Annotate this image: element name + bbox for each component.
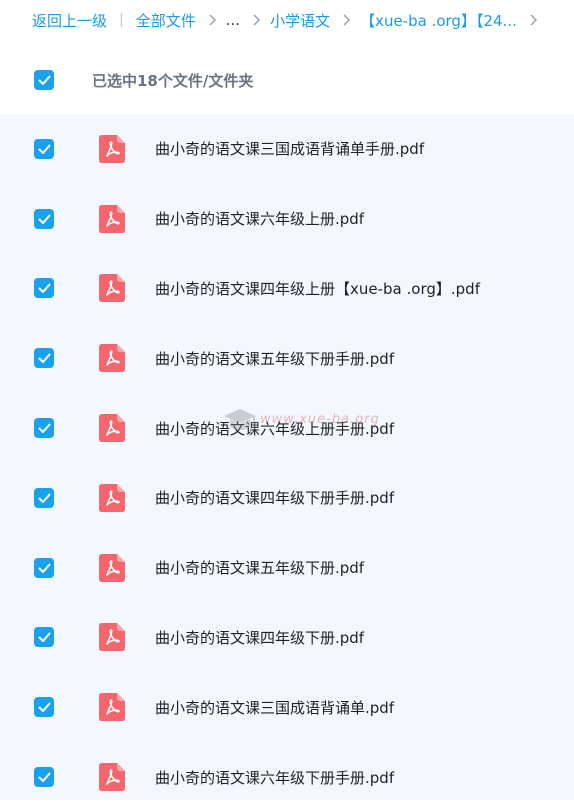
chevron-right-icon — [342, 14, 351, 26]
file-row[interactable]: 曲小奇的语文课六年级上册.pdf — [0, 184, 574, 254]
chevron-right-icon — [529, 14, 538, 26]
file-checkbox[interactable] — [34, 138, 54, 159]
file-checkbox[interactable] — [34, 557, 54, 578]
chevron-right-icon — [208, 14, 217, 26]
check-icon — [37, 214, 51, 224]
check-icon — [37, 283, 51, 294]
file-row[interactable]: 曲小奇的语文课四年级下册.pdf — [0, 603, 574, 673]
file-name[interactable]: 曲小奇的语文课三国成语背诵单.pdf — [155, 697, 394, 718]
file-row[interactable]: 曲小奇的语文课六年级下册手册.pdf — [0, 742, 574, 812]
breadcrumb-all-files[interactable]: 全部文件 — [136, 10, 196, 31]
breadcrumb-folder[interactable]: 小学语文 — [270, 10, 330, 31]
file-checkbox[interactable] — [34, 767, 54, 788]
file-name[interactable]: 曲小奇的语文课六年级上册手册.pdf — [155, 418, 394, 439]
select-all-checkbox[interactable] — [34, 70, 54, 90]
file-name[interactable]: 曲小奇的语文课四年级下册.pdf — [155, 627, 364, 648]
file-name[interactable]: 曲小奇的语文课六年级上册.pdf — [155, 208, 364, 229]
selection-header: 已选中18个文件/文件夹 — [0, 46, 574, 114]
file-checkbox[interactable] — [34, 487, 54, 508]
check-icon — [37, 563, 51, 573]
file-row[interactable]: 曲小奇的语文课三国成语背诵单.pdf — [0, 672, 574, 742]
file-name[interactable]: 曲小奇的语文课四年级下册手册.pdf — [155, 487, 394, 508]
file-checkbox[interactable] — [34, 278, 54, 299]
breadcrumb: 返回上一级 | 全部文件 ... 小学语文 【xue-ba .org】【24..… — [0, 0, 574, 40]
pdf-file-icon — [99, 344, 125, 373]
check-icon — [37, 632, 51, 643]
file-name[interactable]: 曲小奇的语文课五年级下册.pdf — [155, 557, 364, 578]
file-checkbox[interactable] — [34, 697, 54, 718]
pdf-file-icon — [99, 693, 125, 722]
file-name[interactable]: 曲小奇的语文课四年级上册【xue-ba .org】.pdf — [155, 278, 480, 299]
pdf-file-icon — [99, 204, 125, 233]
pdf-file-icon — [99, 134, 125, 163]
file-name[interactable]: 曲小奇的语文课三国成语背诵单手册.pdf — [155, 138, 424, 159]
chevron-right-icon — [252, 14, 261, 26]
file-name[interactable]: 曲小奇的语文课六年级下册手册.pdf — [155, 767, 394, 788]
file-checkbox[interactable] — [34, 418, 54, 439]
file-checkbox[interactable] — [34, 348, 54, 369]
file-row[interactable]: 曲小奇的语文课五年级下册手册.pdf — [0, 323, 574, 393]
file-row[interactable]: 曲小奇的语文课五年级下册.pdf — [0, 533, 574, 603]
check-icon — [37, 493, 51, 503]
file-checkbox[interactable] — [34, 627, 54, 648]
check-icon — [37, 353, 51, 364]
pdf-file-icon — [99, 483, 125, 512]
check-icon — [37, 772, 51, 783]
file-checkbox[interactable] — [34, 208, 54, 229]
file-name[interactable]: 曲小奇的语文课五年级下册手册.pdf — [155, 348, 394, 369]
file-row[interactable]: 曲小奇的语文课四年级下册手册.pdf — [0, 463, 574, 533]
back-link[interactable]: 返回上一级 — [32, 10, 107, 31]
check-icon — [37, 144, 51, 154]
check-icon — [37, 75, 51, 85]
breadcrumb-current-folder[interactable]: 【xue-ba .org】【24... — [360, 10, 517, 31]
selection-count-label: 已选中18个文件/文件夹 — [92, 71, 254, 90]
breadcrumb-divider: | — [119, 12, 124, 28]
file-list: 曲小奇的语文课三国成语背诵单手册.pdf 曲小奇的语文课六年级上册.pdf 曲小奇的… — [0, 114, 574, 800]
file-row[interactable]: 曲小奇的语文课四年级上册【xue-ba .org】.pdf — [0, 254, 574, 324]
pdf-file-icon — [99, 553, 125, 582]
check-icon — [37, 702, 51, 713]
pdf-file-icon — [99, 274, 125, 303]
file-row[interactable]: 曲小奇的语文课三国成语背诵单手册.pdf — [0, 114, 574, 184]
pdf-file-icon — [99, 763, 125, 792]
pdf-file-icon — [99, 414, 125, 443]
file-row[interactable]: 曲小奇的语文课六年级上册手册.pdf — [0, 393, 574, 463]
pdf-file-icon — [99, 623, 125, 652]
check-icon — [37, 423, 51, 434]
breadcrumb-ellipsis[interactable]: ... — [226, 11, 240, 29]
